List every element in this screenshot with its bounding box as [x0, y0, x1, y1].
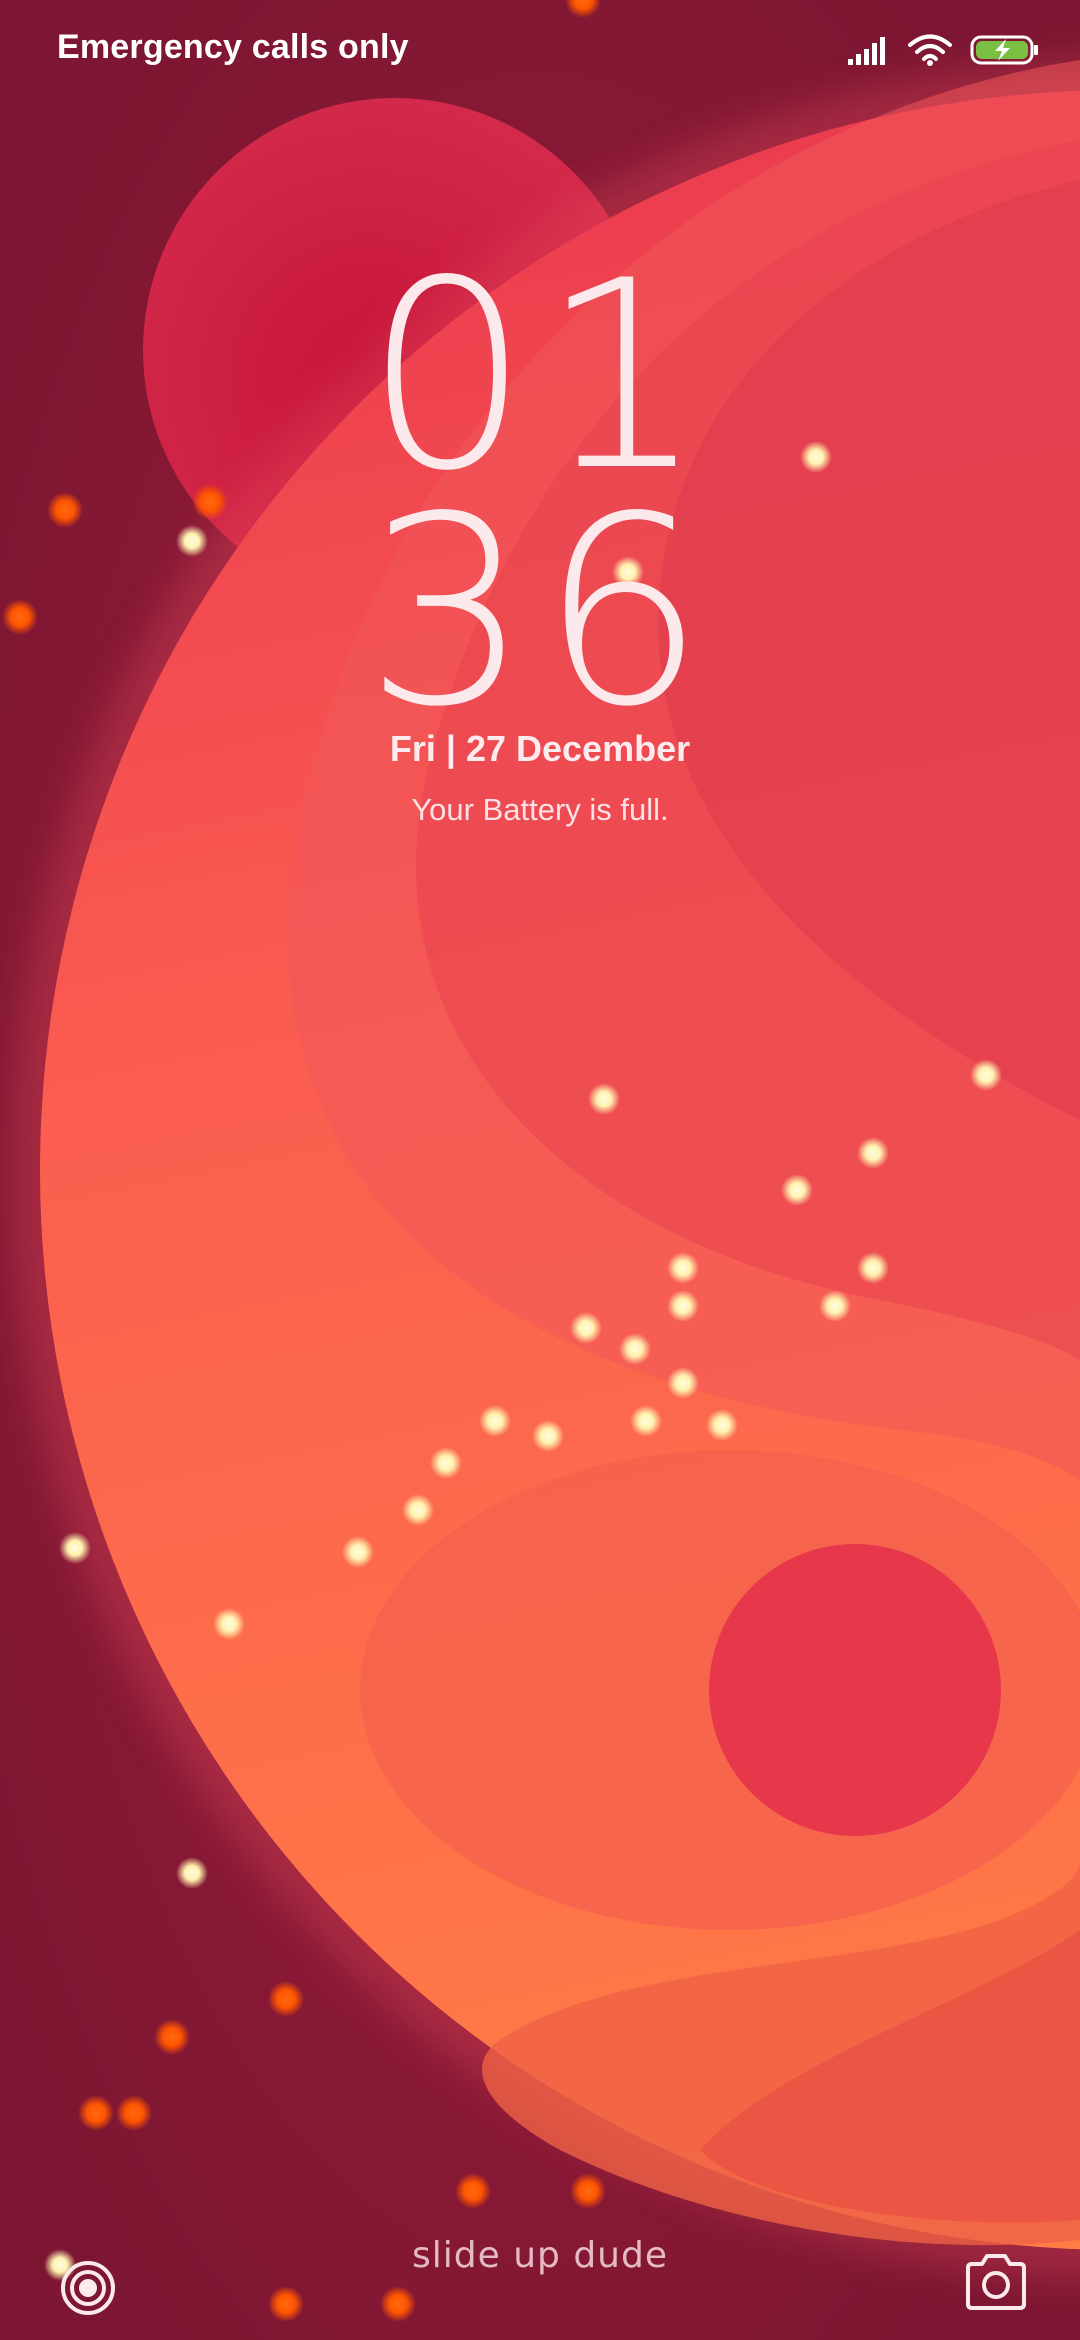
battery-charging-icon [970, 34, 1040, 66]
date-label: Fri | 27 December [389, 728, 691, 769]
torch-icon [58, 2261, 118, 2322]
camera-icon [960, 2254, 1032, 2318]
clock-minutes: 36 [364, 462, 716, 764]
carrier-status: Emergency calls only [57, 28, 409, 66]
wifi-icon [908, 34, 952, 66]
battery-status-message: Your Battery is full. [411, 792, 669, 827]
status-icons [848, 30, 1040, 70]
status-bar: Emergency calls only [0, 0, 1080, 100]
camera-button[interactable] [960, 2250, 1032, 2314]
slide-up-hint[interactable]: slide up dude [0, 2235, 1080, 2276]
signal-icon [848, 35, 890, 65]
clock-hours: 01 [364, 226, 716, 528]
